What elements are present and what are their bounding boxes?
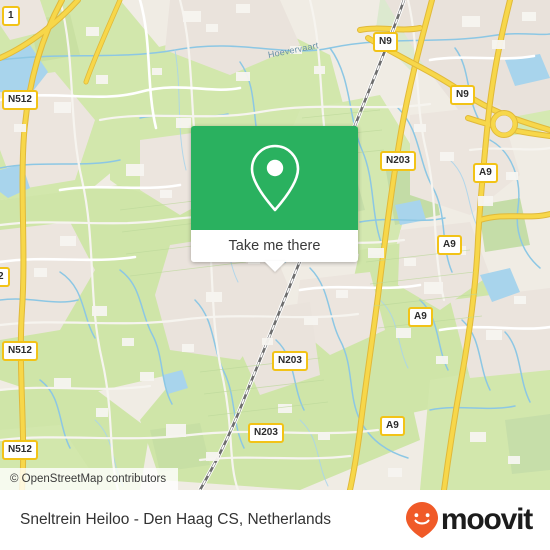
road-shield-n512[interactable]: N512 [2, 341, 38, 361]
moovit-map-screenshot: Hoevervaart 1 N512 2 N512 N512 N9 N9 N20… [0, 0, 550, 550]
popup-action-bar[interactable]: Take me there [191, 230, 358, 272]
destination-popup[interactable]: Take me there [191, 126, 358, 272]
map-pin-icon [250, 144, 299, 212]
osm-attribution[interactable]: © OpenStreetMap contributors [0, 468, 179, 490]
map-canvas[interactable]: Hoevervaart 1 N512 2 N512 N512 N9 N9 N20… [0, 0, 550, 490]
road-shield-a9[interactable]: A9 [408, 307, 433, 327]
road-shield-1[interactable]: 1 [2, 6, 20, 26]
road-shield-a9[interactable]: A9 [380, 416, 405, 436]
road-shield-n9[interactable]: N9 [373, 32, 398, 52]
moovit-wordmark: moovit [440, 503, 533, 536]
road-shield-n203[interactable]: N203 [248, 423, 284, 443]
moovit-pin-smiley-icon [405, 502, 438, 538]
footer-bar: Sneltrein Heiloo - Den Haag CS, Netherla… [0, 490, 550, 550]
road-shield-2[interactable]: 2 [0, 267, 10, 287]
route-title: Sneltrein Heiloo - Den Haag CS, Netherla… [20, 511, 332, 528]
road-shield-n203[interactable]: N203 [272, 351, 308, 371]
take-me-there-label: Take me there [228, 238, 321, 254]
road-shield-n203[interactable]: N203 [380, 151, 416, 171]
popup-header [191, 126, 358, 230]
road-shield-a9[interactable]: A9 [473, 163, 498, 183]
road-shield-n9[interactable]: N9 [450, 85, 475, 105]
road-shield-n512[interactable]: N512 [2, 90, 38, 110]
road-shield-n512[interactable]: N512 [2, 440, 38, 460]
popup-tail [263, 261, 286, 272]
moovit-logo[interactable]: moovit [405, 501, 533, 539]
road-shield-a9[interactable]: A9 [437, 235, 462, 255]
